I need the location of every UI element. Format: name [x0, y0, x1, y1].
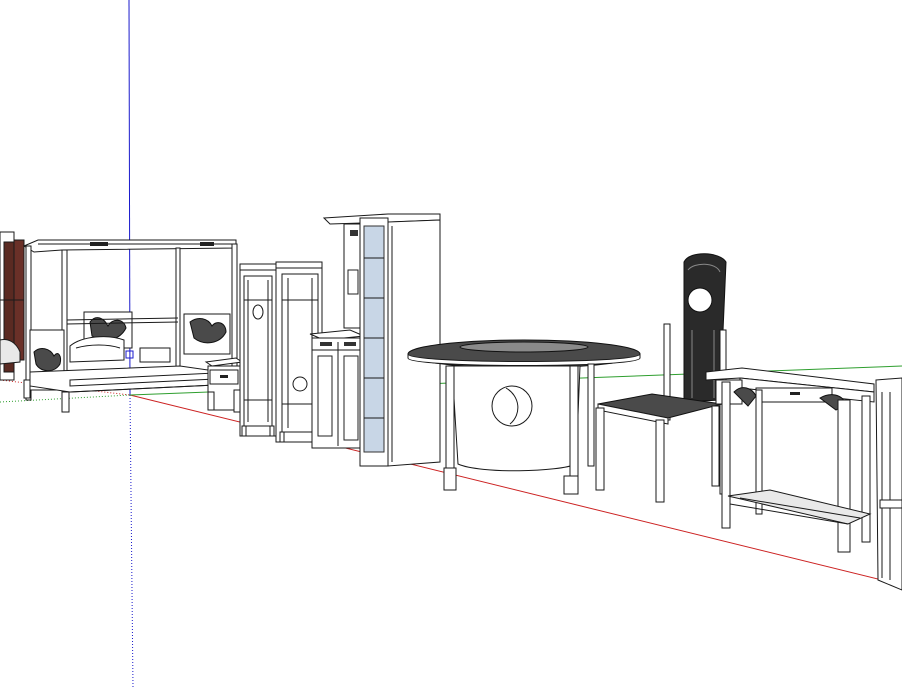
- modeling-viewport[interactable]: [0, 0, 902, 688]
- low-cabinet[interactable]: [309, 329, 367, 449]
- nightstand[interactable]: [204, 357, 244, 413]
- left-cabinet[interactable]: [0, 231, 25, 381]
- blue-axis-negative: [129, 394, 134, 688]
- console-table[interactable]: [705, 367, 875, 553]
- canopy-bed[interactable]: [22, 239, 238, 413]
- scene-canvas[interactable]: [0, 0, 902, 688]
- folding-screen-left[interactable]: [239, 263, 277, 437]
- right-edge-cabinet[interactable]: [875, 377, 902, 591]
- round-table[interactable]: [407, 339, 641, 495]
